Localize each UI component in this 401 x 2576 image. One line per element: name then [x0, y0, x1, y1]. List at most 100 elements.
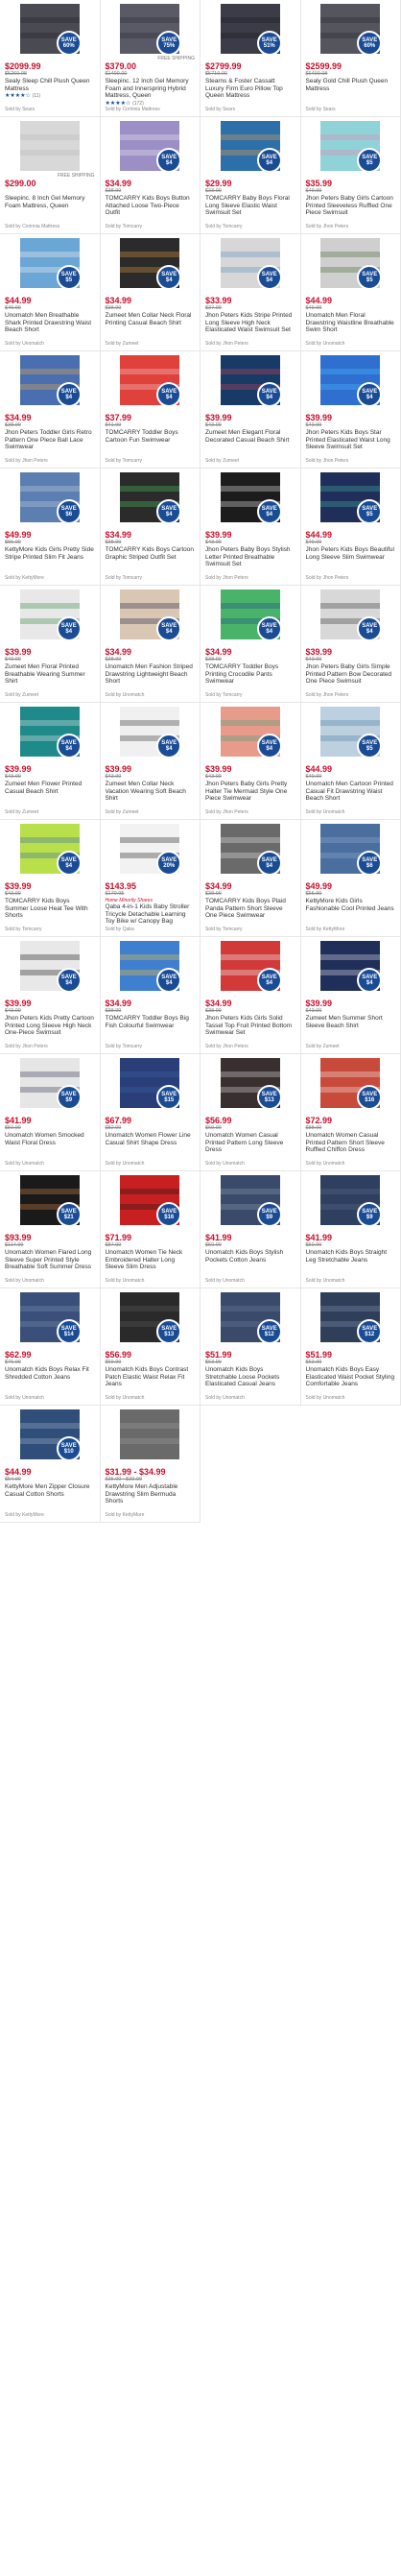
product-image[interactable]: SAVE $6	[19, 472, 80, 522]
product-title-link[interactable]: Unomatch Kids Boys Relax Fit Shredded Co…	[5, 1366, 95, 1381]
product-card[interactable]: SAVE 51% $2799.99 $5719.00 Stearns & Foster …	[200, 0, 301, 117]
product-card[interactable]: SAVE $4 $34.99 $38.99 Zumeet Men Collar Neck…	[100, 234, 200, 351]
product-title-link[interactable]: Zumeet Men Floral Printed Breathable Wea…	[5, 663, 95, 686]
product-title-link[interactable]: Unomatch Men Floral Drawstring Waistline…	[306, 312, 396, 334]
product-card[interactable]: SAVE $4 $39.99 $43.99 Jhon Peters Baby Boys …	[200, 469, 301, 586]
product-image[interactable]: SAVE 60%	[320, 4, 381, 54]
product-title-link[interactable]: TOMCARRY Baby Boys Floral Long Sleeve El…	[205, 195, 295, 217]
product-title-link[interactable]: Zumeet Men Summer Short Sleeve Beach Shi…	[306, 1015, 396, 1029]
product-image[interactable]: SAVE $4	[220, 941, 280, 991]
product-title-link[interactable]: Unomatch Women Tie Neck Embroidered Halt…	[106, 1249, 196, 1271]
product-title-link[interactable]: Jhon Peters Kids Stripe Printed Long Sle…	[205, 312, 295, 334]
product-image[interactable]: SAVE $4	[220, 121, 280, 171]
product-title-link[interactable]: Unomatch Men Cartoon Printed Casual Fit …	[306, 781, 396, 803]
product-title-link[interactable]: Jhon Peters Kids Boys Star Printed Elast…	[306, 429, 396, 451]
product-card[interactable]: SAVE $4 $34.99 $38.99 Unomatch Men Fashion S…	[100, 586, 200, 703]
product-image[interactable]: SAVE $4	[220, 355, 280, 405]
product-image[interactable]: SAVE 51%	[220, 4, 280, 54]
product-title-link[interactable]: Sealy Sleep Chill Plush Queen Mattress	[5, 78, 95, 92]
product-image[interactable]: SAVE $4	[120, 472, 180, 522]
product-card[interactable]: SAVE $6 $49.99 $55.99 KettyMore Kids Girls F…	[300, 820, 401, 937]
product-image[interactable]: SAVE $4	[19, 824, 80, 874]
product-title-link[interactable]: Unomatch Kids Boys Stretchable Loose Poc…	[205, 1366, 295, 1388]
product-image[interactable]: SAVE $5	[320, 121, 381, 171]
product-title-link[interactable]: Zumeet Men Collar Neck Floral Printing C…	[106, 312, 196, 326]
product-title-link[interactable]: Unomatch Women Flower Line Casual Shirt …	[106, 1132, 196, 1146]
product-title-link[interactable]: Unomatch Women Casual Printed Pattern Lo…	[205, 1132, 295, 1154]
product-title-link[interactable]: Sealy Gold Chill Plush Queen Mattress	[306, 78, 396, 92]
product-card[interactable]: SAVE $4 $34.99 $38.99 TOMCARRY Kids Boys But…	[100, 117, 200, 234]
product-title-link[interactable]: KettyMore Men Zipper Closure Casual Cott…	[5, 1483, 95, 1498]
product-image[interactable]: SAVE $4	[120, 121, 180, 171]
product-image[interactable]: SAVE 75%	[120, 4, 180, 54]
product-card[interactable]: SAVE $5 $44.99 $49.99 Unomatch Men Breathabl…	[0, 234, 101, 351]
product-title-link[interactable]: Zumeet Men Collar Neck Vacation Wearing …	[106, 781, 196, 803]
product-card[interactable]: SAVE $4 $39.99 $43.99 Zumeet Men Elegant Flo…	[200, 351, 301, 469]
product-image[interactable]: SAVE $4	[220, 238, 280, 288]
product-card[interactable]: SAVE $4 $39.99 $43.99 Zumeet Men Collar Neck…	[100, 703, 200, 820]
product-card[interactable]: SAVE $4 $37.99 $41.99 TOMCARRY Toddler Boys …	[100, 351, 200, 469]
product-image[interactable]: SAVE $4	[220, 824, 280, 874]
product-title-link[interactable]: Jhon Peters Kids Girls Solid Tassel Top …	[205, 1015, 295, 1037]
product-card[interactable]: SAVE $4 $39.99 $43.99 TOMCARRY Kids Boys Sum…	[0, 820, 101, 937]
product-image[interactable]: SAVE 20%	[120, 824, 180, 874]
product-image[interactable]: SAVE $16	[320, 1058, 381, 1108]
product-image[interactable]: SAVE $9	[220, 1175, 280, 1225]
product-title-link[interactable]: TOMCARRY Toddler Boys Cartoon Fun Swimwe…	[106, 429, 196, 444]
product-card[interactable]: SAVE $12 $51.99 $63.99 Unomatch Kids Boys St…	[200, 1288, 301, 1406]
product-image[interactable]	[120, 1409, 180, 1459]
product-card[interactable]: $31.99 - $34.99 $35.99 - $39.99 KettyMore …	[100, 1406, 200, 1523]
product-card[interactable]: SAVE $12 $51.99 $63.99 Unomatch Kids Boys Ea…	[300, 1288, 401, 1406]
product-card[interactable]: SAVE $16 $71.99 $87.99 Unomatch Women Tie Ne…	[100, 1171, 200, 1288]
product-image[interactable]	[19, 121, 80, 171]
product-image[interactable]: SAVE $16	[120, 1175, 180, 1225]
product-title-link[interactable]: TOMCARRY Toddler Boys Big Fish Colourful…	[106, 1015, 196, 1029]
product-image[interactable]: SAVE $9	[19, 1058, 80, 1108]
product-title-link[interactable]: Unomatch Men Breathable Shark Printed Dr…	[5, 312, 95, 334]
product-card[interactable]: SAVE $4 $39.99 $43.99 Jhon Peters Baby Girls…	[200, 703, 301, 820]
product-image[interactable]: SAVE $10	[19, 1409, 80, 1459]
product-card[interactable]: SAVE $13 $56.99 $69.99 Unomatch Women Casual…	[200, 1054, 301, 1171]
product-card[interactable]: SAVE $4 $29.99 $33.99 TOMCARRY Baby Boys Flo…	[200, 117, 301, 234]
product-card[interactable]: SAVE $4 $34.99 $38.99 Jhon Peters Toddler Gi…	[0, 351, 101, 469]
product-title-link[interactable]: Unomatch Women Casual Printed Pattern Sh…	[306, 1132, 396, 1154]
product-card[interactable]: SAVE $4 $34.99 $38.99 TOMCARRY Kids Boys Car…	[100, 469, 200, 586]
product-image[interactable]: SAVE $4	[120, 238, 180, 288]
product-card[interactable]: SAVE $10 $44.99 $54.99 KettyMore Men Zipper …	[0, 1406, 101, 1523]
product-card[interactable]: SAVE 20% $143.95 $179.95 Home Minority Share…	[100, 820, 200, 937]
product-image[interactable]: SAVE $5	[320, 707, 381, 757]
product-title-link[interactable]: KettyMore Kids Girls Pretty Side Stripe …	[5, 546, 95, 561]
product-title-link[interactable]: Sleepinc. 12 Inch Gel Memory Foam and In…	[106, 78, 196, 100]
product-image[interactable]: SAVE $13	[220, 1058, 280, 1108]
product-title-link[interactable]: KettyMore Kids Girls Fashionable Cool Pr…	[306, 898, 396, 912]
product-card[interactable]: SAVE $6 $49.99 $55.99 KettyMore Kids Girls P…	[0, 469, 101, 586]
product-card[interactable]: SAVE $9 $41.99 $50.99 Unomatch Kids Boys Sty…	[200, 1171, 301, 1288]
product-title-link[interactable]: TOMCARRY Kids Boys Plaid Panda Pattern S…	[205, 898, 295, 920]
product-card[interactable]: SAVE $4 $39.99 $43.99 Zumeet Men Summer Shor…	[300, 937, 401, 1054]
product-card[interactable]: SAVE $14 $62.99 $76.99 Unomatch Kids Boys Re…	[0, 1288, 101, 1406]
product-image[interactable]: SAVE $4	[19, 590, 80, 639]
product-card[interactable]: SAVE $5 $44.99 $49.99 Jhon Peters Kids Boys …	[300, 469, 401, 586]
product-title-link[interactable]: Unomatch Women Smocked Waist Floral Dres…	[5, 1132, 95, 1146]
product-card[interactable]: SAVE $16 $72.99 $88.99 Unomatch Women Casual…	[300, 1054, 401, 1171]
product-title-link[interactable]: TOMCARRY Kids Boys Button Attached Loose…	[106, 195, 196, 217]
product-card[interactable]: SAVE $4 $33.99 $37.99 Jhon Peters Kids Strip…	[200, 234, 301, 351]
product-card[interactable]: SAVE $9 $41.99 $50.99 Unomatch Women Smocked…	[0, 1054, 101, 1171]
product-title-link[interactable]: Unomatch Kids Boys Stylish Pockets Cotto…	[205, 1249, 295, 1264]
product-title-link[interactable]: Qaba 4-in-1 Kids Baby Stroller Tricycle …	[106, 903, 196, 926]
product-title-link[interactable]: Unomatch Kids Boys Easy Elasticated Wais…	[306, 1366, 396, 1388]
product-title-link[interactable]: TOMCARRY Kids Boys Cartoon Graphic Strip…	[106, 546, 196, 561]
product-card[interactable]: SAVE 60% $2599.99 $6499.98 Sealy Gold Chill …	[300, 0, 401, 117]
product-image[interactable]: SAVE $4	[220, 707, 280, 757]
product-card[interactable]: SAVE $4 $34.99 $38.99 Jhon Peters Kids Girls…	[200, 937, 301, 1054]
product-image[interactable]: SAVE $4	[19, 355, 80, 405]
product-card[interactable]: SAVE $4 $34.99 $38.99 TOMCARRY Toddler Boys …	[200, 586, 301, 703]
product-image[interactable]: SAVE $12	[320, 1292, 381, 1342]
product-image[interactable]: SAVE $4	[320, 941, 381, 991]
product-image[interactable]: SAVE $4	[320, 590, 381, 639]
product-title-link[interactable]: TOMCARRY Toddler Boys Printing Crocodile…	[205, 663, 295, 686]
product-title-link[interactable]: Jhon Peters Baby Girls Cartoon Printed S…	[306, 195, 396, 217]
product-card[interactable]: SAVE $4 $34.99 $38.99 TOMCARRY Toddler Boys …	[100, 937, 200, 1054]
product-card[interactable]: SAVE $9 $41.99 $50.99 Unomatch Kids Boys Str…	[300, 1171, 401, 1288]
product-card[interactable]: SAVE $5 $44.99 $49.99 Unomatch Men Floral Dr…	[300, 234, 401, 351]
